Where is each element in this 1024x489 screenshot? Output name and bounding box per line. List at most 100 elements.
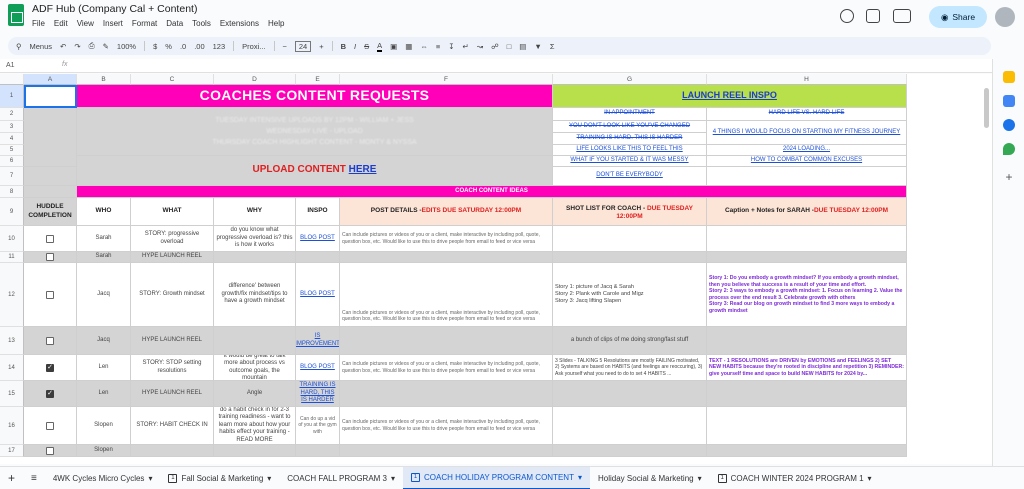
who-cell[interactable]: Len xyxy=(77,355,131,381)
what-cell[interactable]: STORY: Growth mindset xyxy=(131,263,214,327)
inspo-link[interactable]: IS IMPROVEMENT xyxy=(296,333,339,348)
why-cell[interactable]: difference' between growth/fix mindset/t… xyxy=(214,263,296,327)
who-cell[interactable]: Jacq xyxy=(77,263,131,327)
inspo-link[interactable]: LIFE LOOKS LIKE THIS TO FEEL THIS xyxy=(576,146,682,154)
menu-insert[interactable]: Insert xyxy=(103,19,123,28)
strikethrough-icon[interactable]: S xyxy=(364,42,369,51)
blog-post-link[interactable]: BLOG POST xyxy=(300,235,335,243)
sheet-title[interactable]: COACHES CONTENT REQUESTS xyxy=(77,85,553,108)
history-icon[interactable] xyxy=(840,9,854,23)
row-header[interactable]: 10 xyxy=(0,226,24,252)
tab-dropdown-icon[interactable]: ▾ xyxy=(267,474,271,483)
italic-icon[interactable]: I xyxy=(354,42,356,51)
fill-color-icon[interactable]: ▣ xyxy=(390,42,397,51)
why-cell[interactable] xyxy=(214,252,296,263)
borders-icon[interactable]: ▦ xyxy=(405,42,412,51)
menu-data[interactable]: Data xyxy=(166,19,183,28)
number-format-button[interactable]: 123 xyxy=(213,42,226,51)
row-header[interactable]: 9 xyxy=(0,198,24,226)
inspo-link[interactable]: TRAINING IS HARD, THIS IS HARDER xyxy=(298,382,337,405)
tab-dropdown-icon[interactable]: ▾ xyxy=(148,474,152,483)
header-who[interactable]: WHO xyxy=(77,198,131,226)
header-inspo[interactable]: INSPO xyxy=(296,198,340,226)
tab-dropdown-icon[interactable]: ▾ xyxy=(868,474,872,483)
caption-cell[interactable] xyxy=(707,381,907,407)
cell-a8[interactable] xyxy=(24,186,77,198)
what-cell[interactable]: STORY: STOP setting resolutions xyxy=(131,355,214,381)
who-cell[interactable]: Slopen xyxy=(77,407,131,445)
inspo-link[interactable]: TRAINING IS HARD. THIS IS HARDER xyxy=(577,135,683,143)
column-header-f[interactable]: F xyxy=(340,74,553,85)
post-details-cell[interactable] xyxy=(340,252,553,263)
caption-cell[interactable] xyxy=(707,252,907,263)
inspo-link[interactable]: HARD LIFE VS. HARD LIFE xyxy=(769,110,845,118)
caption-cell[interactable] xyxy=(707,445,907,457)
tab-dropdown-icon[interactable]: ▾ xyxy=(391,474,395,483)
column-header-a[interactable]: A xyxy=(24,74,77,85)
add-sheet-button[interactable]: + xyxy=(0,467,23,489)
inspo-cell[interactable]: IS IMPROVEMENT xyxy=(296,327,340,355)
post-details-cell[interactable]: Can include pictures or videos of you or… xyxy=(340,226,553,252)
inspo-link[interactable]: HOW TO COMBAT COMMON EXCUSES xyxy=(751,157,862,165)
share-button[interactable]: ◉ Share xyxy=(929,6,987,28)
rotate-icon[interactable]: ↝ xyxy=(477,42,483,51)
tasks-icon[interactable] xyxy=(1003,95,1015,107)
formula-bar[interactable]: A1 fx xyxy=(0,59,992,73)
caption-cell[interactable] xyxy=(707,226,907,252)
row-header[interactable]: 8 xyxy=(0,186,24,198)
row-header[interactable]: 2 xyxy=(0,108,24,121)
percent-button[interactable]: % xyxy=(165,42,172,51)
upload-content-cell[interactable]: UPLOAD CONTENT HERE xyxy=(77,156,553,186)
menu-file[interactable]: File xyxy=(32,19,45,28)
link-icon[interactable]: ☍ xyxy=(491,42,499,51)
row-header[interactable]: 6 xyxy=(0,156,24,167)
font-size-minus[interactable]: − xyxy=(283,42,287,51)
sheet-tab[interactable]: 4WK Cycles Micro Cycles ▾ xyxy=(45,467,161,489)
why-cell[interactable]: It would be great to talk more about pro… xyxy=(214,355,296,381)
row-header[interactable]: 3 xyxy=(0,121,24,133)
font-size-input[interactable]: 24 xyxy=(294,40,312,52)
blog-post-link[interactable]: BLOG POST xyxy=(300,364,335,372)
shot-list-cell[interactable] xyxy=(553,407,707,445)
merge-cells-icon[interactable]: ⇔ xyxy=(420,42,428,51)
row-header[interactable]: 1 xyxy=(0,85,24,108)
menus-search[interactable]: Menus xyxy=(30,42,53,51)
menu-view[interactable]: View xyxy=(77,19,94,28)
functions-icon[interactable]: Σ xyxy=(550,42,555,51)
chart-icon[interactable]: ▤ xyxy=(519,42,526,51)
font-select[interactable]: Proxi... xyxy=(242,42,265,51)
row-header[interactable]: 16 xyxy=(0,407,24,445)
meet-icon[interactable] xyxy=(893,9,911,23)
column-header-h[interactable]: H xyxy=(707,74,907,85)
paint-format-icon[interactable]: ✎ xyxy=(103,42,109,51)
who-cell[interactable]: Sarah xyxy=(77,252,131,263)
post-details-cell[interactable] xyxy=(340,327,553,355)
currency-button[interactable]: $ xyxy=(153,42,157,51)
sheet-tab[interactable]: 1 COACH WINTER 2024 PROGRAM 1 ▾ xyxy=(710,467,880,489)
row-header[interactable]: 5 xyxy=(0,145,24,156)
inspo-link[interactable]: 4 THINGS I WOULD FOCUS ON STARTING MY FI… xyxy=(713,129,901,137)
increase-decimal-button[interactable]: .00 xyxy=(194,42,204,51)
cell-a2[interactable] xyxy=(24,108,77,167)
content-ideas-bar[interactable]: COACH CONTENT IDEAS xyxy=(77,186,907,198)
font-size-plus[interactable]: + xyxy=(319,42,323,51)
decrease-decimal-button[interactable]: .0 xyxy=(180,42,186,51)
huddle-checkbox[interactable] xyxy=(46,336,54,345)
bold-icon[interactable]: B xyxy=(341,42,346,51)
cell-a1-selected[interactable] xyxy=(24,85,77,108)
menu-help[interactable]: Help xyxy=(268,19,284,28)
tab-dropdown-icon[interactable]: ▾ xyxy=(578,473,582,482)
filter-icon[interactable]: ▼ xyxy=(534,42,541,51)
caption-cell[interactable] xyxy=(707,327,907,355)
why-cell[interactable] xyxy=(214,327,296,355)
inspo-cell[interactable]: BLOG POST xyxy=(296,263,340,327)
header-caption[interactable]: Caption + Notes for SARAH - DUE TUESDAY … xyxy=(707,198,907,226)
shot-list-cell[interactable] xyxy=(553,445,707,457)
row-header[interactable]: 17 xyxy=(0,445,24,457)
inspo-cell[interactable] xyxy=(296,445,340,457)
caption-cell[interactable]: Story 1: Do you embody a growth mindset?… xyxy=(707,263,907,327)
inspo-link[interactable]: YOU DON'T LOOK LIKE YOU'VE CHANGED xyxy=(569,123,690,131)
post-details-cell[interactable]: Can include pictures or videos of you or… xyxy=(340,263,553,327)
shot-list-cell[interactable] xyxy=(553,252,707,263)
maps-icon[interactable] xyxy=(1003,143,1015,155)
